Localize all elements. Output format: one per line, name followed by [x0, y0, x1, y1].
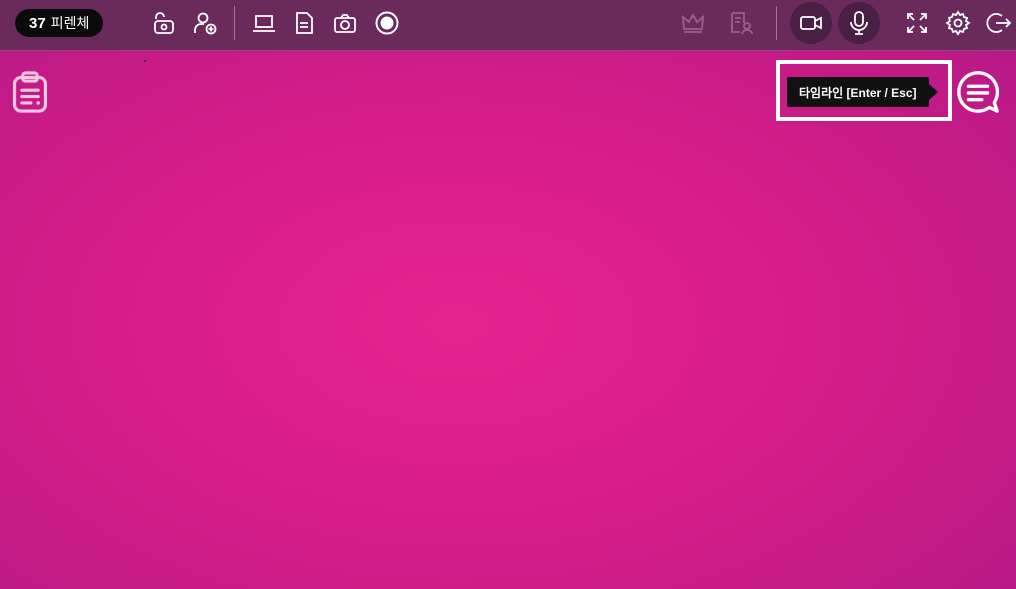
record-icon[interactable]	[372, 8, 402, 38]
chat-icon	[957, 71, 1000, 113]
lock-open-icon[interactable]	[149, 8, 179, 38]
fullscreen-icon[interactable]	[902, 8, 932, 38]
clipboard-icon	[12, 71, 48, 113]
room-name: 피렌체	[50, 15, 90, 31]
tooltip-text: 타임라인 [Enter / Esc]	[799, 85, 917, 100]
laptop-icon[interactable]	[249, 8, 279, 38]
room-badge: 37 피렌체	[15, 9, 104, 37]
toolbar-divider	[776, 6, 777, 40]
camera-icon[interactable]	[330, 8, 360, 38]
timeline-tooltip: 타임라인 [Enter / Esc]	[787, 77, 938, 107]
microphone-icon[interactable]	[838, 2, 880, 44]
toolbar-divider	[234, 6, 235, 40]
profile-doc-icon[interactable]	[726, 8, 756, 38]
document-icon[interactable]	[289, 8, 319, 38]
add-user-icon[interactable]	[190, 8, 220, 38]
screen-speck	[144, 60, 146, 62]
logout-icon[interactable]	[984, 8, 1014, 38]
crown-icon[interactable]	[678, 8, 708, 38]
memo-button[interactable]	[8, 68, 52, 116]
timeline-button[interactable]	[954, 68, 1002, 116]
video-camera-icon[interactable]	[790, 2, 832, 44]
gear-icon[interactable]	[943, 8, 973, 38]
top-toolbar: 37 피렌체	[0, 0, 1016, 51]
participant-count: 37	[29, 14, 46, 32]
